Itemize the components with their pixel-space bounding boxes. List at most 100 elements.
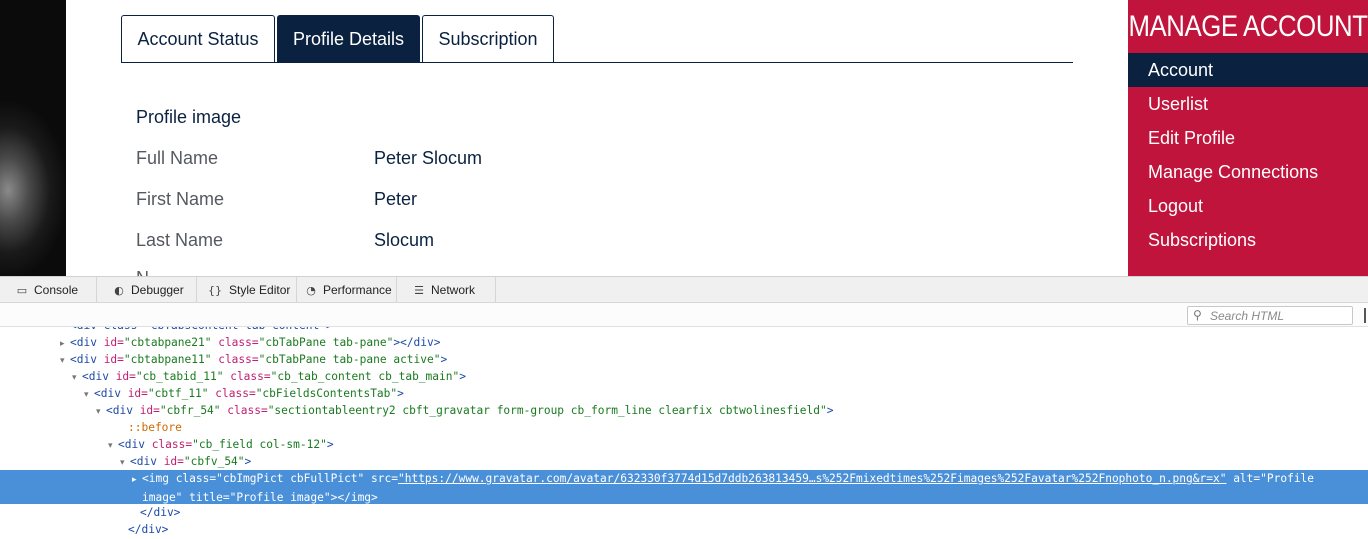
html-node-row[interactable]: </div> [0, 521, 1368, 538]
markup-token: ></div> [393, 336, 441, 349]
last-name-label: Last Name [136, 230, 224, 250]
network-icon: ☰ [414, 283, 424, 297]
markup-token: "cb_tabid_11" [135, 370, 224, 383]
markup-token: "sectiontableentry2 cbft_gravatar form-g… [267, 404, 827, 417]
markup-token: <div [70, 336, 104, 349]
menu-item-userlist[interactable]: Userlist [1128, 87, 1368, 121]
tab-profile-details[interactable]: Profile Details [277, 15, 420, 62]
markup-token: <div [94, 387, 128, 400]
markup-token: alt= [1226, 472, 1261, 485]
html-node-row[interactable]: ▾ <div class="cb_field col-sm-12"> [0, 436, 1368, 453]
markup-token: class= [223, 370, 271, 383]
menu-item-manage-connections[interactable]: Manage Connections [1128, 155, 1368, 189]
devtools-tab-label: Debugger [131, 283, 184, 297]
performance-icon: ◔ [306, 283, 316, 297]
selected-node-row[interactable]: ▸ <img class="cbImgPict cbFullPict" src="… [0, 470, 1368, 504]
html-node-row[interactable]: </div> [0, 504, 1368, 521]
manage-account-panel: MANAGE ACCOUNT Account Userlist Edit Pro… [1128, 0, 1368, 276]
first-name-label: First Name [136, 189, 225, 209]
markup-token: "cbTabPane tab-pane" [258, 336, 394, 349]
markup-token: id= [127, 387, 148, 400]
debugger-icon: ◐ [114, 283, 124, 297]
devtools-tab-label: Performance [323, 283, 392, 297]
devtools-tab-network[interactable]: ☰ Network [397, 277, 496, 303]
devtools-tab-style-editor[interactable]: {} Style Editor [197, 277, 297, 303]
tab-account-status[interactable]: Account Status [121, 15, 275, 62]
markup-token: <div [130, 455, 164, 468]
devtools-panel: ▭ Console ◐ Debugger {} Style Editor ◔ Perfo… [0, 276, 1368, 538]
markup-token: id= [103, 336, 124, 349]
style-editor-icon: {} [208, 283, 222, 297]
html-node-row[interactable]: ▾ <div id="cbfv_54"> [0, 453, 1368, 470]
markup-token: "Profile [1260, 472, 1315, 485]
devtools-tab-debugger[interactable]: ◐ Debugger [97, 277, 197, 303]
devtools-toolbar: ▭ Console ◐ Debugger {} Style Editor ◔ Perfo… [0, 277, 1368, 303]
markup-token: id= [103, 353, 124, 366]
markup-token: class= [211, 353, 259, 366]
html-node-row[interactable]: ▾ <div id="cbfr_54" class="sectiontableen… [0, 402, 1368, 419]
markup-token: class= [220, 404, 268, 417]
markup-token: "cbtabpane11" [123, 353, 212, 366]
devtools-tab-label: Network [431, 283, 476, 297]
search-icon: ⚲ [1193, 308, 1202, 322]
markup-token: "cbfv_54" [183, 455, 245, 468]
markup-token: > [326, 438, 334, 451]
profile-tabs: Account Status Profile Details Subscript… [121, 15, 1073, 63]
full-name-label: Full Name [136, 148, 219, 168]
markup-token: "Profile image" [229, 491, 331, 504]
markup-token: > [244, 455, 252, 468]
markup-token: <div class="cbTabsContent tab-content"> [70, 327, 333, 332]
markup-token: ::before [128, 421, 182, 434]
menu-item-edit-profile[interactable]: Edit Profile [1128, 121, 1368, 155]
markup-token: "cb_field col-sm-12" [192, 438, 327, 451]
markup-token: title= [182, 491, 230, 504]
html-node-row[interactable]: ▾ <div id="cbtf_11" class="cbFieldsConten… [0, 385, 1368, 402]
markup-token: <div [70, 353, 104, 366]
markup-token: src= [364, 472, 398, 485]
first-name-value: Peter [374, 189, 418, 209]
markup-token: id= [163, 455, 184, 468]
markup-token: <div [106, 404, 140, 417]
menu-item-subscriptions[interactable]: Subscriptions [1128, 223, 1368, 257]
markup-token: class= [211, 336, 259, 349]
menu-item-account[interactable]: Account [1128, 53, 1368, 87]
web-page: Account Status Profile Details Subscript… [0, 0, 1368, 276]
html-node-row[interactable]: ▾ <div id="cbtabpane11" class="cbTabPane … [0, 351, 1368, 368]
cut-off-field-label: N [136, 268, 149, 276]
markup-token: "cbfr_54" [159, 404, 221, 417]
search-placeholder: Search HTML [1210, 308, 1285, 323]
html-tree: <div class="cbTabsContent tab-content"> ▸… [0, 327, 1368, 539]
collapsed-twisty-icon[interactable]: ▸ [132, 472, 142, 489]
markup-token: class= [208, 387, 256, 400]
panel-edge [1364, 308, 1366, 323]
markup-token: class= [175, 472, 217, 485]
markup-token: > [440, 353, 448, 366]
markup-token: ></img> [330, 491, 378, 504]
last-name-value: Slocum [374, 230, 435, 250]
profile-image-label: Profile image [136, 107, 242, 127]
markup-token: <div [82, 370, 116, 383]
html-node-row[interactable]: <div class="cbTabsContent tab-content"> [0, 327, 1368, 334]
markup-token: "cbImgPict cbFullPict" [216, 472, 365, 485]
html-node-row[interactable]: ::before [0, 419, 1368, 436]
devtools-tab-performance[interactable]: ◔ Performance [297, 277, 397, 303]
markup-token: id= [139, 404, 160, 417]
tab-subscription[interactable]: Subscription [422, 15, 554, 62]
markup-token: "cbFieldsContentsTab" [255, 387, 398, 400]
inspector-toolbar: ⚲ Search HTML [0, 303, 1368, 327]
menu-item-logout[interactable]: Logout [1128, 189, 1368, 223]
console-icon: ▭ [16, 283, 28, 297]
markup-token: "cbtf_11" [147, 387, 209, 400]
markup-token: "cbTabPane tab-pane active" [258, 353, 441, 366]
markup-token: </div> [128, 523, 169, 536]
markup-token: image" [142, 491, 183, 504]
manage-account-title: MANAGE ACCOUNT [1128, 9, 1368, 43]
html-node-row[interactable]: ▸ <div id="cbtabpane21" class="cbTabPane … [0, 334, 1368, 351]
search-html-input[interactable]: ⚲ Search HTML [1187, 306, 1353, 325]
markup-token: "cbtabpane21" [123, 336, 212, 349]
markup-token: > [826, 404, 834, 417]
markup-token: > [397, 387, 404, 400]
html-node-row[interactable]: ▾ <div id="cb_tabid_11" class="cb_tab_con… [0, 368, 1368, 385]
markup-token: "https://www.gravatar.com/avatar/632330f… [397, 472, 1227, 485]
devtools-tab-console[interactable]: ▭ Console [0, 277, 97, 303]
